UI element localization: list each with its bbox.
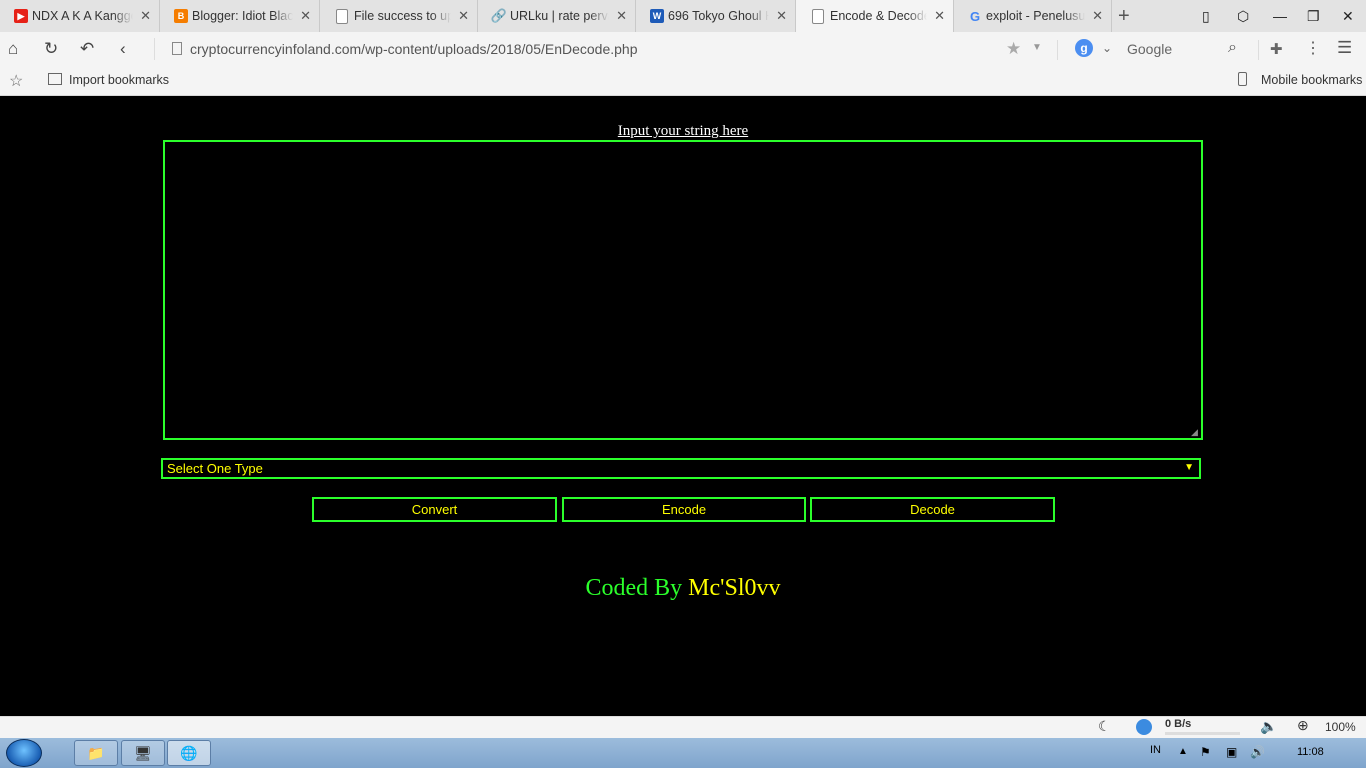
tray-up-arrow-icon[interactable]: ▲: [1178, 746, 1188, 757]
tab-close-icon[interactable]: ✕: [458, 8, 469, 24]
youtube-icon: ▶: [14, 9, 28, 23]
credit-prefix: Coded By: [585, 575, 683, 601]
input-title: Input your string here: [617, 123, 749, 139]
tab-label: 696 Tokyo Ghoul H: [668, 9, 769, 23]
page-info-icon[interactable]: [172, 42, 182, 55]
tab-close-icon[interactable]: ✕: [934, 8, 945, 24]
tab-3[interactable]: 🔗 URLku | rate perval ✕: [478, 0, 636, 32]
speaker-icon[interactable]: 🔊: [1250, 745, 1265, 759]
document-icon: [336, 8, 348, 24]
tab-close-icon[interactable]: ✕: [1092, 8, 1103, 24]
language-indicator[interactable]: IN: [1150, 744, 1161, 756]
zoom-level[interactable]: 100%: [1325, 720, 1356, 734]
tab-label: URLku | rate perval: [510, 9, 609, 23]
type-select[interactable]: Select One Type ▼: [161, 458, 1201, 479]
string-input[interactable]: [163, 140, 1203, 440]
search-input[interactable]: Google: [1127, 41, 1172, 57]
extension-icon[interactable]: ✚: [1270, 40, 1283, 58]
import-bookmarks-link[interactable]: Import bookmarks: [69, 73, 169, 87]
bookmark-star-icon[interactable]: ★: [1006, 39, 1021, 59]
star-icon[interactable]: ☆: [9, 71, 23, 91]
tab-label: NDX A K A Kanggo: [32, 9, 133, 23]
w-icon: W: [650, 9, 664, 23]
tab-strip: ▶ NDX A K A Kanggo ✕ B Blogger: Idiot Bl…: [0, 0, 1366, 32]
minimize-icon[interactable]: —: [1273, 8, 1287, 24]
url-field[interactable]: cryptocurrencyinfoland.com/wp-content/up…: [190, 41, 638, 57]
clock[interactable]: 11:08: [1297, 746, 1324, 758]
home-icon[interactable]: ⌂: [8, 39, 18, 59]
night-mode-icon[interactable]: ☾: [1098, 718, 1111, 735]
new-tab-icon[interactable]: +: [1118, 5, 1130, 28]
more-options-icon[interactable]: ⋮: [1305, 38, 1321, 58]
mobile-icon: [1238, 72, 1247, 86]
chevron-down-icon[interactable]: ▼: [1032, 42, 1042, 53]
download-icon[interactable]: [1136, 719, 1152, 735]
page-content: Input your string here ◢ Select One Type…: [0, 96, 1366, 716]
tab-6[interactable]: G exploit - Penelusur ✕: [954, 0, 1112, 32]
mobile-bookmarks-link[interactable]: Mobile bookmarks: [1261, 73, 1362, 87]
file-explorer-icon[interactable]: 📁: [74, 740, 118, 766]
start-button[interactable]: [6, 739, 42, 767]
tab-close-icon[interactable]: ✕: [300, 8, 311, 24]
credit-name: Mc'Sl0vv: [688, 575, 781, 601]
back-icon[interactable]: ‹: [120, 39, 126, 59]
document-icon: [812, 8, 824, 24]
blogger-icon: B: [174, 9, 188, 23]
bookmarks-bar: ☆ Import bookmarks Mobile bookmarks: [0, 66, 1366, 96]
flag-icon[interactable]: ⚑: [1200, 745, 1211, 759]
link-icon: 🔗: [490, 8, 508, 23]
network-icon[interactable]: ▣: [1226, 745, 1237, 759]
restore-icon[interactable]: ❐: [1307, 8, 1320, 25]
tab-1[interactable]: B Blogger: Idiot Black ✕: [160, 0, 320, 32]
google-icon: G: [969, 8, 981, 24]
tab-label: exploit - Penelusur: [986, 9, 1085, 23]
tab-close-icon[interactable]: ✕: [616, 8, 627, 24]
divider: [1258, 40, 1259, 60]
zoom-icon[interactable]: ⊕: [1297, 717, 1309, 734]
tab-label: Encode & Decode: [830, 9, 927, 23]
volume-icon[interactable]: 🔈: [1260, 718, 1277, 735]
chevron-down-icon: ▼: [1184, 462, 1194, 473]
network-speed: 0 B/s: [1165, 718, 1192, 730]
search-engine-icon[interactable]: g: [1075, 39, 1093, 57]
tab-close-icon[interactable]: ✕: [140, 8, 151, 24]
skin-icon[interactable]: ⬡: [1237, 8, 1249, 25]
address-bar: ⌂ ↻ ↶ ‹ cryptocurrencyinfoland.com/wp-co…: [0, 32, 1366, 66]
browser-app-icon[interactable]: 🌐: [167, 740, 211, 766]
tab-2[interactable]: File success to uplo ✕: [320, 0, 478, 32]
divider: [1057, 40, 1058, 60]
import-icon: [48, 73, 62, 85]
menu-icon[interactable]: ☰: [1337, 38, 1352, 58]
tab-label: File success to uplo: [354, 9, 451, 23]
convert-button[interactable]: Convert: [312, 497, 557, 522]
type-select-value: Select One Type: [167, 461, 263, 476]
undo-icon[interactable]: ↶: [80, 39, 94, 59]
tab-0[interactable]: ▶ NDX A K A Kanggo ✕: [0, 0, 160, 32]
status-bar: ☾ 0 B/s 🔈 ⊕ 100%: [0, 716, 1366, 738]
divider: [154, 38, 155, 60]
tab-4[interactable]: W 696 Tokyo Ghoul H ✕: [636, 0, 796, 32]
search-icon[interactable]: ⌕: [1228, 39, 1237, 57]
tab-5-active[interactable]: Encode & Decode ✕: [796, 0, 954, 32]
reload-icon[interactable]: ↻: [44, 39, 58, 59]
resize-handle-icon[interactable]: ◢: [1191, 427, 1201, 437]
close-window-icon[interactable]: ✕: [1342, 8, 1354, 25]
decode-button[interactable]: Decode: [810, 497, 1055, 522]
credit-line: Coded By Mc'Sl0vv: [0, 575, 1366, 602]
chevron-down-icon[interactable]: ⌄: [1102, 41, 1112, 55]
encode-button[interactable]: Encode: [562, 497, 806, 522]
tab-list-icon[interactable]: ▯: [1202, 8, 1210, 25]
taskbar: 📁 🖥 🌐 IN ▲ ⚑ ▣ 🔊 11:08: [0, 738, 1366, 768]
tab-close-icon[interactable]: ✕: [776, 8, 787, 24]
monitor-app-icon[interactable]: 🖥: [121, 740, 165, 766]
speed-bar: [1165, 732, 1240, 735]
tab-label: Blogger: Idiot Black: [192, 9, 293, 23]
